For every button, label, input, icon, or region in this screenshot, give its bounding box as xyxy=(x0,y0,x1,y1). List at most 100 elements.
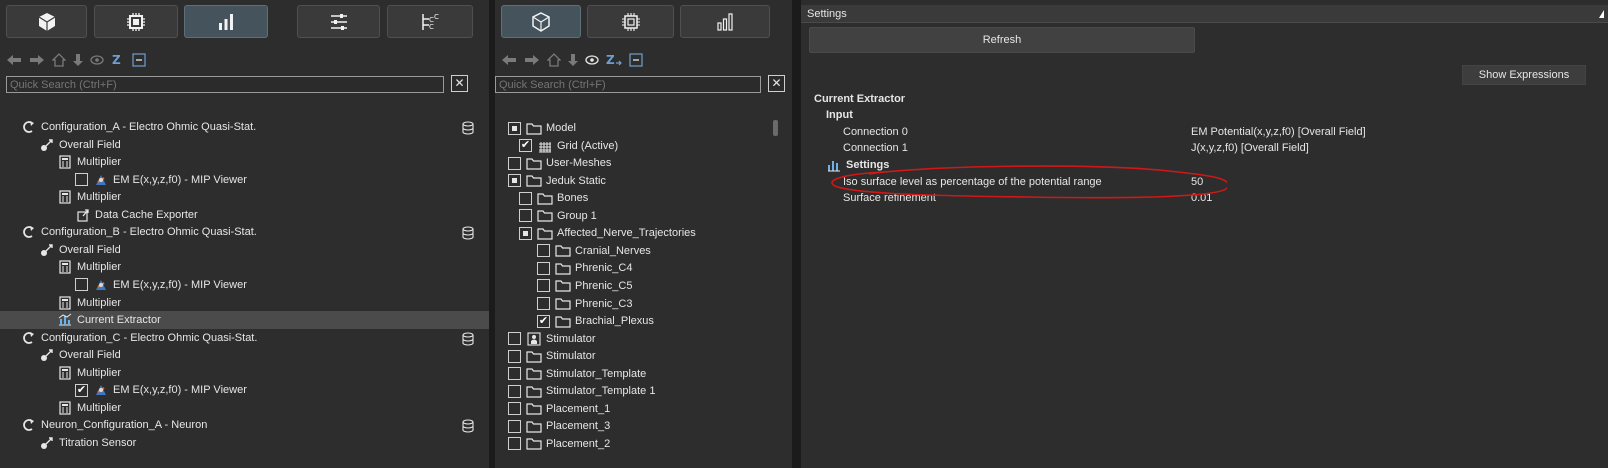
collapsed-arrow-icon[interactable] xyxy=(495,351,505,361)
tree-row-phrenic-c3[interactable]: Phrenic_C3 xyxy=(495,295,792,313)
tree-row-model[interactable]: Model xyxy=(495,119,792,137)
tree-row-em-e-x-y-z-f0-mip-viewer[interactable]: ✔ EM E(x,y,z,f0) - MIP Viewer xyxy=(0,381,489,399)
visibility-checkbox[interactable] xyxy=(508,402,521,416)
mid-search-clear-button[interactable]: ✕ xyxy=(768,75,785,92)
tree-row-multiplier[interactable]: Multiplier xyxy=(0,294,489,312)
collapsed-arrow-icon[interactable] xyxy=(495,369,505,379)
visibility-checkbox[interactable]: ✔ xyxy=(537,314,550,328)
collapsed-arrow-icon[interactable] xyxy=(495,421,505,431)
visibility-checkbox[interactable] xyxy=(508,332,521,346)
tree-row-stimulator[interactable]: Stimulator xyxy=(495,330,792,348)
visibility-checkbox[interactable] xyxy=(537,297,550,310)
expanded-arrow-icon[interactable] xyxy=(8,227,18,237)
tab-settings-sliders[interactable] xyxy=(297,5,380,38)
back-arrow-icon[interactable] xyxy=(6,54,22,66)
visibility-checkbox[interactable]: ✔ xyxy=(75,383,88,397)
tree-row-configuration-b-electro-ohmic-quasi-stat[interactable]: Configuration_B - Electro Ohmic Quasi-St… xyxy=(0,223,489,241)
collapsed-arrow-icon[interactable] xyxy=(524,263,534,273)
collapsed-arrow-icon[interactable] xyxy=(506,193,516,203)
visibility-checkbox[interactable] xyxy=(537,244,550,258)
back-arrow-icon[interactable] xyxy=(501,54,517,66)
collapse-all-icon[interactable] xyxy=(629,53,643,67)
expanded-arrow-icon[interactable] xyxy=(813,110,823,120)
tab-analysis[interactable] xyxy=(184,5,268,38)
tree-row-affected-nerve-trajectories[interactable]: Affected_Nerve_Trajectories xyxy=(495,224,792,242)
tree-row-phrenic-c4[interactable]: Phrenic_C4 xyxy=(495,259,792,277)
tree-row-overall-field[interactable]: Overall Field xyxy=(0,136,489,154)
collapsed-arrow-icon[interactable] xyxy=(524,281,534,291)
collapsed-arrow-icon[interactable] xyxy=(524,246,534,256)
tab-model-mid[interactable] xyxy=(501,5,581,38)
collapsed-arrow-icon[interactable] xyxy=(495,439,505,449)
tree-row-multiplier[interactable]: Multiplier xyxy=(0,399,489,417)
tree-row-configuration-a-electro-ohmic-quasi-stat[interactable]: Configuration_A - Electro Ohmic Quasi-St… xyxy=(0,118,489,136)
refresh-button[interactable]: Refresh xyxy=(809,27,1195,53)
eye-icon[interactable] xyxy=(90,55,104,65)
tab-analysis-mid[interactable] xyxy=(680,5,770,38)
collapsed-arrow-icon[interactable] xyxy=(524,299,534,309)
expanded-arrow-icon[interactable] xyxy=(44,192,54,202)
tab-model[interactable] xyxy=(6,5,87,38)
property-row-connection-1[interactable]: Connection 1 J(x,y,z,f0) [Overall Field] xyxy=(801,140,1608,157)
property-row-current-extractor[interactable]: Current Extractor xyxy=(801,90,1608,107)
home-icon[interactable] xyxy=(52,53,66,67)
tree-row-neuron-configuration-a-neuron[interactable]: Neuron_Configuration_A - Neuron xyxy=(0,416,489,434)
tree-row-overall-field[interactable]: Overall Field xyxy=(0,241,489,259)
tree-row-multiplier[interactable]: Multiplier xyxy=(0,153,489,171)
expanded-arrow-icon[interactable] xyxy=(26,140,36,150)
visibility-checkbox[interactable] xyxy=(75,278,88,292)
collapse-all-icon[interactable] xyxy=(132,53,146,67)
sort-z-icon[interactable]: Z xyxy=(111,53,125,67)
left-search-clear-button[interactable]: ✕ xyxy=(451,75,468,92)
visibility-checkbox[interactable] xyxy=(508,349,521,363)
tree-row-placement-3[interactable]: Placement_3 xyxy=(495,417,792,435)
tab-simulation-mid[interactable] xyxy=(587,5,674,38)
collapsed-arrow-icon[interactable] xyxy=(506,211,516,221)
visibility-checkbox[interactable] xyxy=(75,173,88,187)
expanded-arrow-icon[interactable] xyxy=(8,333,18,343)
property-value[interactable]: J(x,y,z,f0) [Overall Field] xyxy=(1191,142,1309,154)
expanded-arrow-icon[interactable] xyxy=(44,262,54,272)
expanded-arrow-icon[interactable] xyxy=(26,245,36,255)
collapsed-arrow-icon[interactable] xyxy=(44,298,54,308)
expanded-arrow-icon[interactable] xyxy=(44,157,54,167)
visibility-checkbox[interactable]: ✔ xyxy=(519,139,532,153)
visibility-checkbox[interactable] xyxy=(508,121,521,135)
tree-row-stimulator-template[interactable]: Stimulator_Template xyxy=(495,365,792,383)
visibility-checkbox[interactable] xyxy=(519,226,532,240)
property-row-connection-0[interactable]: Connection 0 EM Potential(x,y,z,f0) [Over… xyxy=(801,123,1608,140)
collapsed-arrow-icon[interactable] xyxy=(524,316,534,326)
property-row-settings[interactable]: Settings xyxy=(801,156,1608,173)
property-row-surface-refinement[interactable]: Surface refinement 0.01 xyxy=(801,190,1608,207)
down-arrow-icon[interactable] xyxy=(568,53,578,67)
collapsed-arrow-icon[interactable] xyxy=(495,404,505,414)
tree-row-group-1[interactable]: Group 1 xyxy=(495,207,792,225)
tree-row-data-cache-exporter[interactable]: Data Cache Exporter xyxy=(0,206,489,224)
expanded-arrow-icon[interactable] xyxy=(26,438,36,448)
down-arrow-icon[interactable] xyxy=(73,53,83,67)
tree-row-bones[interactable]: Bones xyxy=(495,189,792,207)
expanded-arrow-icon[interactable] xyxy=(26,350,36,360)
expanded-arrow-icon[interactable] xyxy=(8,420,18,430)
left-search-input[interactable] xyxy=(6,76,444,93)
visibility-checkbox[interactable] xyxy=(537,279,550,293)
property-row-iso-surface-level-as-percentage-of-the-p[interactable]: Iso surface level as percentage of the p… xyxy=(801,173,1608,190)
tree-row-stimulator-template-1[interactable]: Stimulator_Template 1 xyxy=(495,382,792,400)
tree-row-stimulator[interactable]: Stimulator xyxy=(495,347,792,365)
mid-search-input[interactable] xyxy=(495,76,761,93)
expanded-arrow-icon[interactable] xyxy=(801,94,811,104)
panel-resize-corner-icon[interactable] xyxy=(1599,10,1604,18)
tree-row-user-meshes[interactable]: User-Meshes xyxy=(495,154,792,172)
tree-row-multiplier[interactable]: Multiplier xyxy=(0,364,489,382)
tree-row-phrenic-c5[interactable]: Phrenic_C5 xyxy=(495,277,792,295)
visibility-checkbox[interactable] xyxy=(508,156,521,170)
collapsed-arrow-icon[interactable] xyxy=(44,403,54,413)
tree-row-grid-active[interactable]: ✔ Grid (Active) xyxy=(495,137,792,155)
visibility-checkbox[interactable] xyxy=(508,437,521,451)
eye-icon[interactable] xyxy=(585,55,599,65)
visibility-checkbox[interactable] xyxy=(508,384,521,398)
expanded-arrow-icon[interactable] xyxy=(506,228,516,238)
tab-simulation[interactable] xyxy=(94,5,178,38)
property-value[interactable]: 50 xyxy=(1191,176,1203,188)
visibility-checkbox[interactable] xyxy=(508,367,521,381)
